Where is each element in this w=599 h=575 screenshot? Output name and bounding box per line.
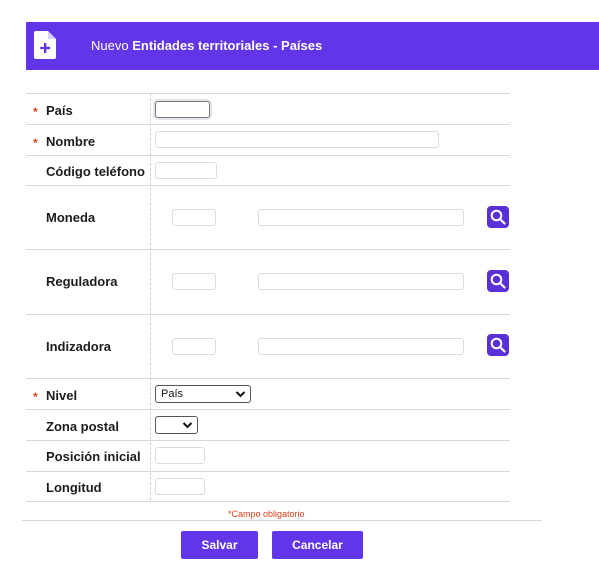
indizadora-search-button[interactable] <box>487 334 509 356</box>
chevron-down-icon <box>235 391 246 398</box>
required-marker: * <box>33 136 38 150</box>
zona-postal-select[interactable] <box>155 416 198 434</box>
row-zona-postal: Zona postal <box>26 409 510 440</box>
row-moneda: Moneda <box>26 185 510 249</box>
search-icon <box>490 337 506 353</box>
reguladora-label: Reguladora <box>46 274 118 289</box>
footer-divider <box>22 520 542 521</box>
cancel-button[interactable]: Cancelar <box>272 531 363 559</box>
save-button[interactable]: Salvar <box>181 531 258 559</box>
moneda-description-input[interactable] <box>258 209 464 226</box>
new-document-icon <box>34 31 56 59</box>
row-nivel: * Nivel País <box>26 378 510 409</box>
nombre-label: Nombre <box>46 134 96 149</box>
codigo-telefono-label: Código teléfono <box>46 164 145 179</box>
reguladora-search-button[interactable] <box>487 270 509 292</box>
pais-label: País <box>46 103 73 118</box>
title-entity: Entidades territoriales - Países <box>132 38 323 53</box>
indizadora-label: Indizadora <box>46 339 112 354</box>
zona-postal-label: Zona postal <box>46 419 119 434</box>
row-longitud: Longitud <box>26 471 510 502</box>
search-icon <box>490 273 506 289</box>
search-icon <box>490 209 506 225</box>
entity-form: * País * Nombre Código teléfono Moneda R… <box>26 93 510 502</box>
codigo-telefono-input[interactable] <box>155 162 217 179</box>
required-marker: * <box>33 390 38 404</box>
nivel-select[interactable]: País <box>155 385 251 403</box>
nivel-label: Nivel <box>46 388 78 403</box>
reguladora-code-input[interactable] <box>172 273 216 290</box>
row-pais: * País <box>26 93 510 124</box>
page-header: Nuevo Entidades territoriales - Países <box>26 22 599 70</box>
longitud-label: Longitud <box>46 480 102 495</box>
title-prefix: Nuevo <box>91 38 129 53</box>
moneda-code-input[interactable] <box>172 209 216 226</box>
reguladora-description-input[interactable] <box>258 273 464 290</box>
row-posicion-inicial: Posición inicial <box>26 440 510 471</box>
row-reguladora: Reguladora <box>26 249 510 314</box>
page-title: Nuevo Entidades territoriales - Países <box>91 38 322 53</box>
posicion-inicial-input[interactable] <box>155 447 205 464</box>
posicion-inicial-label: Posición inicial <box>46 449 141 464</box>
required-field-note: *Campo obligatorio <box>228 509 305 519</box>
nombre-input[interactable] <box>155 131 439 148</box>
row-indizadora: Indizadora <box>26 314 510 378</box>
row-nombre: * Nombre <box>26 124 510 155</box>
chevron-down-icon <box>182 422 193 429</box>
nivel-selected-value: País <box>161 388 184 400</box>
moneda-search-button[interactable] <box>487 206 509 228</box>
moneda-label: Moneda <box>46 210 96 225</box>
longitud-input[interactable] <box>155 478 205 495</box>
indizadora-description-input[interactable] <box>258 338 464 355</box>
indizadora-code-input[interactable] <box>172 338 216 355</box>
required-marker: * <box>33 105 38 119</box>
pais-input[interactable] <box>155 101 210 118</box>
row-codigo-telefono: Código teléfono <box>26 155 510 185</box>
